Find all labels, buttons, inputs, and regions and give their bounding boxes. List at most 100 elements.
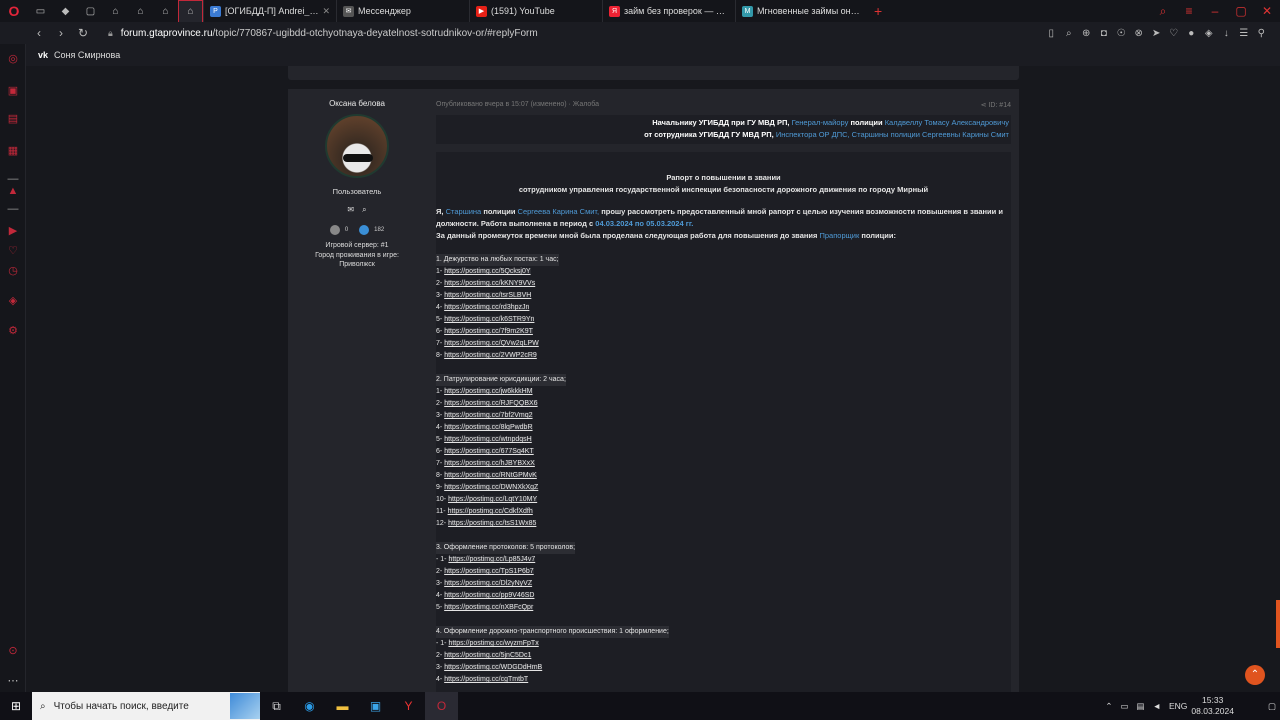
profile-icon[interactable]: ⚲ xyxy=(1253,28,1271,39)
opera-menu-icon[interactable]: O xyxy=(0,0,28,22)
post-id[interactable]: ⋖ ID: #14 xyxy=(981,101,1011,109)
settings-icon[interactable]: ⚙ xyxy=(6,324,20,338)
task-view-icon[interactable]: ⧉ xyxy=(260,699,293,714)
search-icon[interactable]: ⌕ xyxy=(362,205,366,215)
tray-app-icon[interactable]: ▭ xyxy=(1121,701,1129,712)
clock-icon[interactable]: ◷ xyxy=(6,264,20,278)
tab-youtube[interactable]: ▶ (1591) YouTube xyxy=(469,0,602,22)
translate-icon[interactable]: ☉ xyxy=(1113,28,1131,39)
yandex-browser-icon[interactable]: Y xyxy=(392,699,425,713)
evidence-link[interactable]: https://postimg.cc/kKNY9VVs xyxy=(444,280,536,287)
evidence-link[interactable]: https://postimg.cc/7bf2Vmq2 xyxy=(444,412,533,419)
evidence-link[interactable]: https://postimg.cc/cgTmtbT xyxy=(444,676,529,683)
tab-close-icon[interactable]: ✕ xyxy=(322,6,330,17)
pinned-tab-2[interactable]: ◆ xyxy=(53,0,78,22)
shopping-icon[interactable]: ▣ xyxy=(6,84,20,98)
evidence-link[interactable]: https://postimg.cc/wyzmFpTx xyxy=(448,640,539,647)
search-icon[interactable]: ⌕ xyxy=(1060,28,1078,39)
evidence-link[interactable]: https://postimg.cc/TpS1P6b7 xyxy=(444,568,534,575)
evidence-link[interactable]: https://postimg.cc/2VWP2cR9 xyxy=(444,352,537,359)
reload-button[interactable]: ↻ xyxy=(72,26,94,40)
sidebar-dots-icon[interactable]: ⋯ xyxy=(6,674,20,688)
scrollbar[interactable] xyxy=(1276,600,1280,648)
close-window-icon[interactable]: ✕ xyxy=(1254,4,1280,18)
downloads-icon[interactable]: ↓ xyxy=(1218,28,1236,39)
sidebar-more-icon[interactable]: ⊙ xyxy=(6,644,20,658)
tab-yandex[interactable]: Я займ без проверок — Яндекс xyxy=(602,0,735,22)
aria-icon[interactable]: ▲ xyxy=(6,184,20,198)
pinned-tab-3[interactable]: ▢ xyxy=(78,0,103,22)
evidence-link[interactable]: https://postimg.cc/k6STR9Yn xyxy=(444,316,535,323)
evidence-link[interactable]: https://postimg.cc/DWNXkXgZ xyxy=(444,484,539,491)
evidence-link[interactable]: https://postimg.cc/8lqPwdbR xyxy=(444,424,533,431)
pinned-tab-6[interactable]: ⌂ xyxy=(153,0,178,22)
clock[interactable]: 15:33 08.03.2024 xyxy=(1191,695,1234,717)
bookmark-item[interactable]: Соня Смирнова xyxy=(54,50,120,60)
tray-expand-icon[interactable]: ⌃ xyxy=(1105,701,1112,712)
pinned-tab-4[interactable]: ⌂ xyxy=(103,0,128,22)
history-icon[interactable]: ▦ xyxy=(6,144,20,158)
send-icon[interactable]: ➤ xyxy=(1148,28,1166,39)
evidence-link[interactable]: https://postimg.cc/QVw2qLPW xyxy=(444,340,539,347)
evidence-link[interactable]: https://postimg.cc/RJFQQBX6 xyxy=(444,400,538,407)
evidence-link[interactable]: https://postimg.cc/5Qcksj0Y xyxy=(444,268,531,275)
evidence-link[interactable]: https://postimg.cc/CdkfXdfh xyxy=(447,508,533,515)
easy-setup-icon[interactable]: ☰ xyxy=(1235,28,1253,39)
minimize-icon[interactable]: – xyxy=(1202,4,1228,18)
adblock-icon[interactable]: ⊗ xyxy=(1130,28,1148,39)
author-name[interactable]: Оксана белова xyxy=(288,99,426,108)
language-indicator[interactable]: ENG xyxy=(1169,701,1187,711)
evidence-link[interactable]: https://postimg.cc/5jnC5Dc1 xyxy=(444,652,532,659)
evidence-link[interactable]: https://postimg.cc/jw6kkkHM xyxy=(444,388,533,395)
edge-icon[interactable]: ◉ xyxy=(293,699,326,713)
network-icon[interactable]: ▤ xyxy=(1137,701,1145,712)
sidebar-toggle-icon[interactable]: ▯ xyxy=(1043,28,1061,39)
evidence-link[interactable]: https://postimg.cc/pp9V46SD xyxy=(444,592,535,599)
twitch-icon[interactable]: ▤ xyxy=(6,112,20,126)
evidence-link[interactable]: https://postimg.cc/nXBFcQpr xyxy=(444,604,534,611)
evidence-link[interactable]: https://postimg.cc/RNtGPMvK xyxy=(444,472,537,479)
tab-menu-icon[interactable]: ≡ xyxy=(1176,4,1202,18)
opera-taskbar-icon[interactable]: O xyxy=(425,692,458,720)
bookmarks-icon[interactable]: ♡ xyxy=(6,244,20,258)
notifications-icon[interactable]: ▢ xyxy=(1268,701,1276,712)
cube-icon[interactable]: ◈ xyxy=(6,294,20,308)
maximize-icon[interactable]: ▢ xyxy=(1228,4,1254,18)
message-icon[interactable]: ✉ xyxy=(347,205,354,215)
windows-start-icon[interactable]: ⊞ xyxy=(0,699,32,713)
explorer-icon[interactable]: ▬ xyxy=(326,699,359,713)
heart-icon[interactable]: ♡ xyxy=(1165,28,1183,39)
evidence-link[interactable]: https://postimg.cc/LqtY10MY xyxy=(448,496,538,503)
post-date[interactable]: Опубликовано вчера в 15:07 (изменено) · … xyxy=(436,101,599,109)
back-button[interactable]: ‹ xyxy=(28,26,50,40)
extension-cube-icon[interactable]: ◈ xyxy=(1200,28,1218,39)
pinned-tab-1[interactable]: ▭ xyxy=(28,0,53,22)
evidence-link[interactable]: https://postimg.cc/677Sq4KT xyxy=(444,448,534,455)
camera-icon[interactable]: ◘ xyxy=(1095,28,1113,39)
search-tabs-icon[interactable]: ⌕ xyxy=(1150,4,1176,19)
evidence-link[interactable]: https://postimg.cc/tsS1Wx85 xyxy=(448,520,537,527)
evidence-link[interactable]: https://postimg.cc/wtnpdqsH xyxy=(444,436,532,443)
vk-extension-icon[interactable]: ● xyxy=(1183,28,1201,39)
pinned-tab-active[interactable]: ⌂ xyxy=(178,0,203,22)
taskbar-search-input[interactable]: ⌕ Чтобы начать поиск, введите xyxy=(32,692,260,720)
player-icon[interactable]: ▶ xyxy=(6,224,20,238)
store-icon[interactable]: ▣ xyxy=(359,699,392,713)
new-tab-button[interactable]: + xyxy=(874,3,882,19)
tab-ogibdd[interactable]: P [ОГИБДД-П] Andrei_Romanov ✕ xyxy=(203,0,336,22)
evidence-link[interactable]: https://postimg.cc/7f9m2K9T xyxy=(444,328,533,335)
avatar[interactable] xyxy=(325,114,389,178)
url-field[interactable]: forum.gtaprovince.ru/topic/770867-ugibdd… xyxy=(121,28,538,39)
evidence-link[interactable]: https://postimg.cc/tsrSLBVH xyxy=(444,292,532,299)
volume-icon[interactable]: ◄ xyxy=(1153,701,1161,711)
evidence-link[interactable]: https://postimg.cc/Dl2yNyVZ xyxy=(444,580,533,587)
zoom-icon[interactable]: ⊕ xyxy=(1078,28,1096,39)
forward-button[interactable]: › xyxy=(50,26,72,40)
lock-icon[interactable]: 🔒︎ xyxy=(108,28,113,39)
evidence-link[interactable]: https://postimg.cc/rd3hpzJn xyxy=(444,304,530,311)
scroll-to-top-button[interactable]: ⌃ xyxy=(1245,665,1265,685)
evidence-link[interactable]: https://postimg.cc/hJBYBXxX xyxy=(444,460,535,467)
evidence-link[interactable]: https://postimg.cc/Lp85J4v7 xyxy=(448,556,536,563)
tab-loans[interactable]: M Мгновенные займы онлайн xyxy=(735,0,868,22)
speed-dial-icon[interactable]: ◎ xyxy=(6,52,20,66)
